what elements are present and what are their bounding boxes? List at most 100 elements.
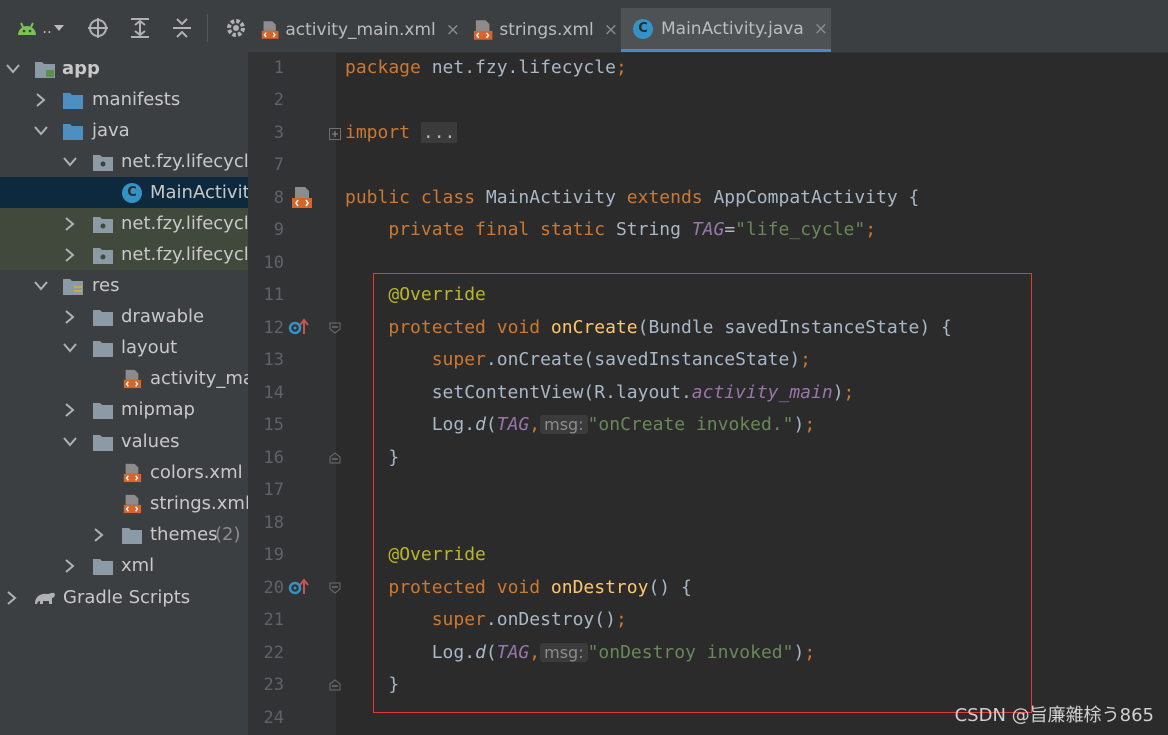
tree-item-themes[interactable]: themes (2): [0, 519, 248, 550]
xml-file-icon: [261, 21, 279, 39]
chevron-down-icon[interactable]: [34, 279, 48, 293]
code-line: private final static String TAG="life_cy…: [345, 219, 876, 240]
tree-item-res[interactable]: res: [0, 270, 248, 301]
collapse-all-button[interactable]: [168, 14, 196, 42]
superclass: AppCompatActivity {: [702, 187, 920, 208]
tree-item-activity-main[interactable]: activity_main: [0, 363, 248, 394]
line-number: 2: [273, 90, 284, 110]
fold-expand-icon[interactable]: [329, 128, 341, 140]
android-activity-marker-icon[interactable]: [290, 186, 314, 210]
chevron-down-icon[interactable]: [6, 62, 20, 76]
tab-main-activity-java[interactable]: C MainActivity.java ×: [621, 8, 831, 52]
chevron-right-icon[interactable]: [63, 216, 77, 231]
tree-item-colors-xml[interactable]: colors.xml: [0, 457, 248, 488]
chevron-right-icon[interactable]: [34, 92, 48, 107]
tree-item-label: net.fzy.lifecycle: [121, 213, 248, 234]
expand-all-button[interactable]: [126, 14, 154, 42]
tree-item-label: MainActivity: [150, 182, 248, 203]
fold-end-icon[interactable]: [329, 679, 341, 691]
line-number: 18: [263, 513, 284, 533]
tree-item-java[interactable]: java: [0, 115, 248, 146]
line-number: 19: [263, 545, 284, 565]
java-class-icon: C: [633, 18, 653, 39]
override-method-icon[interactable]: [288, 578, 310, 596]
line-number: 1: [273, 58, 284, 78]
chevron-down-icon[interactable]: [34, 124, 48, 138]
line-number: 9: [273, 220, 284, 240]
tree-item-label: colors.xml: [150, 462, 243, 483]
keyword: import: [345, 122, 411, 143]
semicolon: ;: [865, 219, 877, 240]
semicolon: ;: [615, 57, 627, 78]
tree-item-package[interactable]: net.fzy.lifecycle: [0, 146, 248, 177]
tree-item-label: strings.xml: [150, 493, 248, 514]
tree-item-gradle-scripts[interactable]: Gradle Scripts: [0, 582, 248, 613]
tree-item-package-android-test[interactable]: net.fzy.lifecycle: [0, 239, 248, 270]
tree-item-main-activity[interactable]: C MainActivity: [0, 177, 248, 208]
line-number: 17: [263, 480, 284, 500]
line-number: 24: [263, 708, 284, 728]
fold-end-icon[interactable]: [329, 452, 341, 464]
line-number: 23: [263, 675, 284, 695]
line-number: 22: [263, 643, 284, 663]
tab-activity-main-xml[interactable]: activity_main.xml ×: [260, 8, 460, 52]
chevron-down-icon[interactable]: [63, 435, 77, 449]
folder-icon: [93, 558, 113, 575]
android-view-label: ..: [42, 19, 52, 37]
folder-icon: [63, 92, 83, 109]
android-view-dropdown[interactable]: ..: [14, 14, 66, 42]
close-icon[interactable]: ×: [604, 20, 618, 40]
tree-item-label: net.fzy.lifecycle: [121, 244, 248, 265]
tree-item-values[interactable]: values: [0, 426, 248, 457]
folded-imports[interactable]: ...: [420, 122, 458, 143]
tree-item-label: res: [92, 275, 120, 296]
line-number: 3: [273, 123, 284, 143]
tree-item-package-test[interactable]: net.fzy.lifecycle: [0, 208, 248, 239]
tab-label: MainActivity.java: [661, 18, 804, 39]
fold-collapse-icon[interactable]: [329, 582, 341, 594]
folder-icon: [93, 402, 113, 419]
keyword: private final static: [388, 219, 606, 240]
tree-item-mipmap[interactable]: mipmap: [0, 394, 248, 425]
tab-label: strings.xml: [499, 20, 594, 40]
tree-item-label: manifests: [92, 89, 181, 110]
line-number: 8: [273, 188, 284, 208]
tree-item-label: activity_main: [150, 368, 248, 389]
line-number: 14: [263, 383, 284, 403]
chevron-right-icon[interactable]: [63, 247, 77, 262]
fold-collapse-icon[interactable]: [329, 322, 341, 334]
line-number: 12: [263, 318, 284, 338]
folder-icon: [93, 309, 113, 326]
tree-item-drawable[interactable]: drawable: [0, 301, 248, 332]
chevron-right-icon[interactable]: [63, 309, 77, 324]
chevron-right-icon[interactable]: [92, 527, 106, 542]
close-icon[interactable]: ×: [814, 19, 828, 39]
tree-item-label: themes: [150, 524, 218, 545]
line-number: 13: [263, 350, 284, 370]
tab-strings-xml[interactable]: strings.xml ×: [472, 8, 618, 52]
operator: =: [724, 219, 736, 240]
chevron-right-icon[interactable]: [63, 402, 77, 417]
xml-file-icon: [473, 20, 493, 40]
tree-item-label: mipmap: [121, 399, 195, 420]
tree-item-app[interactable]: app: [0, 53, 248, 84]
tree-item-layout[interactable]: layout: [0, 332, 248, 363]
close-icon[interactable]: ×: [446, 20, 460, 40]
chevron-down-icon[interactable]: [63, 155, 77, 169]
chevron-right-icon[interactable]: [5, 590, 19, 605]
locate-icon: [88, 18, 108, 38]
settings-button[interactable]: [224, 14, 248, 42]
java-class-icon: C: [122, 182, 142, 203]
line-number: 20: [263, 578, 284, 598]
chevron-down-icon[interactable]: [63, 341, 77, 355]
override-method-icon[interactable]: [288, 318, 310, 336]
tree-item-strings-xml[interactable]: strings.xml: [0, 488, 248, 519]
xml-file-icon: [123, 494, 142, 513]
line-number: 7: [273, 155, 284, 175]
locate-button[interactable]: [84, 14, 112, 42]
chevron-right-icon[interactable]: [63, 558, 77, 573]
gear-icon: [227, 19, 245, 37]
tree-item-xml[interactable]: xml: [0, 550, 248, 581]
tree-item-manifests[interactable]: manifests: [0, 84, 248, 115]
tree-item-label: layout: [121, 337, 178, 358]
